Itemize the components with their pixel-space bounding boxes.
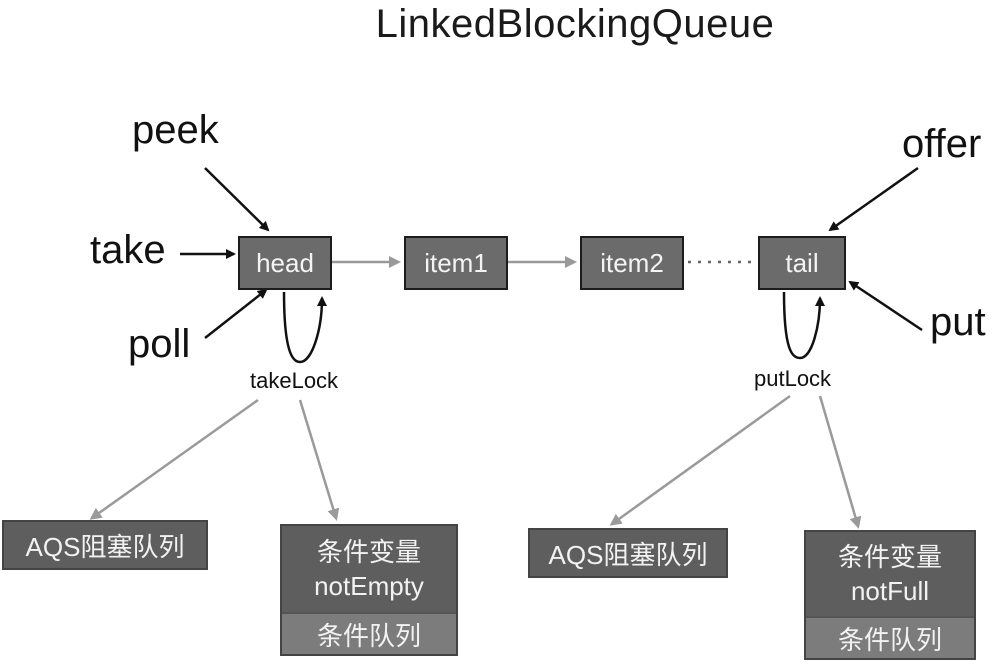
takelock-to-aqs xyxy=(89,398,259,520)
op-offer: offer xyxy=(902,122,982,166)
take-lock-loop xyxy=(282,291,327,364)
offer-arrow xyxy=(828,166,919,232)
node-item1: item1 xyxy=(404,236,508,290)
peek-arrow xyxy=(204,167,270,232)
take-aqs-label: AQS阻塞队列 xyxy=(25,531,185,562)
take-condition-line2: notEmpty xyxy=(314,571,424,601)
poll-arrow xyxy=(204,288,268,339)
putlock-to-aqs xyxy=(609,394,791,526)
op-peek: peek xyxy=(132,108,219,152)
take-condition-line1: 条件变量 xyxy=(316,537,421,567)
take-aqs-queue: AQS阻塞队列 xyxy=(2,520,208,570)
take-lock-label: takeLock xyxy=(250,368,339,393)
node-item2: item2 xyxy=(580,236,684,290)
op-take: take xyxy=(90,228,166,272)
put-lock-loop xyxy=(782,291,825,360)
take-condition-header: 条件变量 notEmpty xyxy=(282,526,456,612)
put-condition-line2: notFull xyxy=(850,576,930,606)
put-aqs-queue: AQS阻塞队列 xyxy=(528,528,728,578)
node-head: head xyxy=(238,236,332,290)
node-tail: tail xyxy=(758,236,846,290)
take-condition-box: 条件变量 notEmpty 条件队列 xyxy=(280,524,458,656)
put-condition-line1: 条件变量 xyxy=(837,542,942,572)
put-arrow xyxy=(848,280,923,332)
put-condition-header: 条件变量 notFull xyxy=(806,532,974,616)
op-put: put xyxy=(930,300,986,344)
op-poll: poll xyxy=(128,322,191,366)
diagram-title: LinkedBlockingQueue xyxy=(375,2,775,46)
put-condition-queue: 条件队列 xyxy=(806,616,974,658)
put-lock-label: putLock xyxy=(754,366,832,391)
put-condition-box: 条件变量 notFull 条件队列 xyxy=(804,530,976,660)
putlock-to-condition xyxy=(818,395,862,529)
put-aqs-label: AQS阻塞队列 xyxy=(548,539,708,570)
takelock-to-condition xyxy=(298,399,340,521)
take-condition-queue: 条件队列 xyxy=(282,612,456,654)
